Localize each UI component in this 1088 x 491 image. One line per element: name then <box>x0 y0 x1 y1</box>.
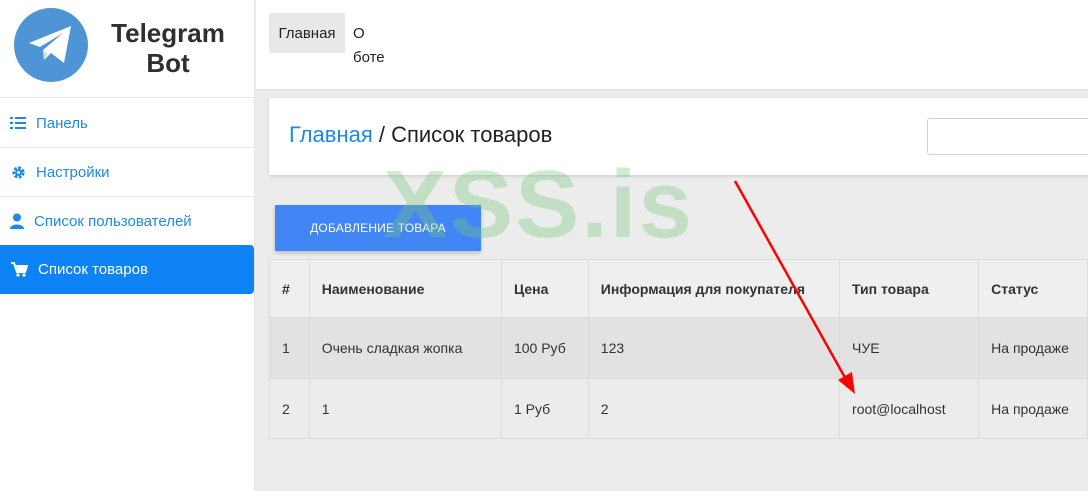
user-icon <box>0 213 34 229</box>
search-input[interactable] <box>927 118 1088 155</box>
table-row[interactable]: 1 Очень сладкая жопка 100 Руб 123 ЧУЕ На… <box>269 317 1088 379</box>
products-table: # Наименование Цена Информация для покуп… <box>269 259 1088 439</box>
nav-about-link[interactable]: О боте <box>353 22 393 70</box>
column-header: Наименование <box>308 259 502 318</box>
column-header: Статус <box>978 259 1088 318</box>
table-cell: 100 Руб <box>500 317 589 379</box>
top-navbar: Главная О боте <box>256 0 1088 90</box>
breadcrumb-separator: / <box>372 122 392 147</box>
brand: Telegram Bot <box>0 0 254 98</box>
table-cell: На продаже <box>978 378 1088 439</box>
sidebar-item-products[interactable]: Список товаров <box>0 245 254 294</box>
column-header: # <box>269 259 310 318</box>
table-cell: 123 <box>587 317 841 379</box>
column-header: Цена <box>500 259 589 318</box>
sidebar-item-label: Настройки <box>36 163 110 181</box>
column-header: Информация для покупателя <box>587 259 841 318</box>
table-cell: 1 <box>269 317 310 379</box>
breadcrumb-card: Главная / Список товаров <box>269 98 1088 175</box>
table-cell: 2 <box>587 378 841 439</box>
table-cell: root@localhost <box>839 378 980 439</box>
sidebar-item-users[interactable]: Список пользователей <box>0 197 254 246</box>
nav-home-link[interactable]: Главная <box>269 13 345 53</box>
brand-title: Telegram Bot <box>111 18 225 78</box>
table-cell: 2 <box>269 378 310 439</box>
cart-icon <box>0 262 38 277</box>
add-product-button[interactable]: ДОБАВЛЕНИЕ ТОВАРА <box>275 205 481 251</box>
table-cell: 1 <box>308 378 502 439</box>
sidebar-item-panel[interactable]: Панель <box>0 99 254 148</box>
telegram-logo-icon <box>14 8 88 82</box>
sidebar-item-settings[interactable]: Настройки <box>0 148 254 197</box>
sidebar-item-label: Панель <box>36 114 88 132</box>
sidebar: Telegram Bot Панель Настройки Список пол… <box>0 0 255 491</box>
table-cell: Очень сладкая жопка <box>308 317 502 379</box>
table-cell: На продаже <box>978 317 1088 379</box>
table-header-row: # Наименование Цена Информация для покуп… <box>269 259 1088 318</box>
column-header: Тип товара <box>839 259 980 318</box>
table-cell: ЧУЕ <box>839 317 980 379</box>
table-row[interactable]: 2 1 1 Руб 2 root@localhost На продаже <box>269 378 1088 439</box>
breadcrumb-current: Список товаров <box>391 122 553 147</box>
list-check-icon <box>0 116 36 130</box>
sidebar-item-label: Список товаров <box>38 261 148 278</box>
gear-icon <box>0 165 36 180</box>
breadcrumb: Главная / Список товаров <box>289 122 552 148</box>
table-cell: 1 Руб <box>500 378 589 439</box>
sidebar-item-label: Список пользователей <box>34 212 192 230</box>
breadcrumb-home-link[interactable]: Главная <box>289 122 373 147</box>
